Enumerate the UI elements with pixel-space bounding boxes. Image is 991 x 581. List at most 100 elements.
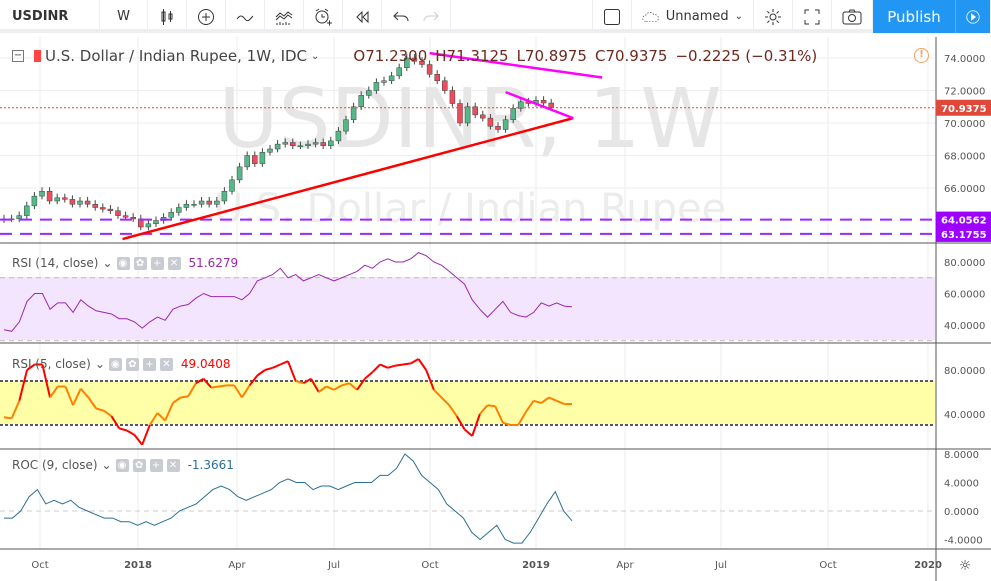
rsi5-segment xyxy=(463,428,473,437)
candle-body xyxy=(46,191,53,202)
play-icon[interactable] xyxy=(955,0,991,33)
rsi5-segment xyxy=(264,366,273,371)
candle-body xyxy=(69,199,76,205)
rsi5-segment xyxy=(364,371,374,380)
collapse-icon[interactable]: − xyxy=(12,50,24,62)
replay-icon[interactable] xyxy=(343,0,382,33)
candle-body xyxy=(259,152,266,164)
chevron-down-icon[interactable]: ⌄ xyxy=(311,51,319,62)
alert-icon[interactable] xyxy=(304,0,343,33)
candle-body xyxy=(176,207,182,213)
eye-icon[interactable]: ◉ xyxy=(115,458,129,472)
time-tick: Oct xyxy=(421,560,438,571)
candle-body xyxy=(510,108,516,120)
rsi5-segment xyxy=(487,404,496,408)
time-tick: Apr xyxy=(228,560,246,571)
indicators-icon[interactable] xyxy=(226,0,265,33)
rsi5-segment xyxy=(180,395,189,399)
rsi5-segment xyxy=(218,384,227,388)
interval-button[interactable]: W xyxy=(100,0,148,33)
eye-icon[interactable]: ◉ xyxy=(108,357,122,371)
candle-body xyxy=(191,204,197,206)
rsi5-value: 49.0408 xyxy=(180,357,231,371)
candle-body xyxy=(350,106,357,120)
chart-area[interactable]: USDINR, 1W U.S. Dollar / Indian Rupee Oc… xyxy=(0,37,991,581)
add-compare-icon[interactable] xyxy=(187,0,226,33)
rsi5-tick: 40.0000 xyxy=(944,410,985,421)
close-icon[interactable]: ✕ xyxy=(167,256,181,270)
price-tick: 72.0000 xyxy=(944,87,985,98)
open-value: O71.2300 xyxy=(353,47,428,65)
candle-body xyxy=(381,80,387,83)
symbol-title[interactable]: U.S. Dollar / Indian Rupee, 1W, IDC xyxy=(45,47,307,65)
settings-icon[interactable]: ✿ xyxy=(132,458,146,472)
plus-icon[interactable]: + xyxy=(142,357,156,371)
templates-icon[interactable] xyxy=(265,0,304,33)
candle-body xyxy=(442,80,448,91)
plus-icon[interactable]: + xyxy=(149,458,163,472)
settings-icon[interactable]: ✿ xyxy=(133,256,147,270)
roc-value: -1.3661 xyxy=(187,458,234,472)
warning-icon[interactable]: ! xyxy=(914,48,929,63)
top-toolbar: USDINR W Unnamed ⌄ Publish xyxy=(0,0,991,33)
candle-body xyxy=(236,166,243,181)
rsi14-tick: 60.0000 xyxy=(944,290,985,301)
candles-icon[interactable] xyxy=(148,0,187,33)
candle-body xyxy=(92,204,98,208)
settings-icon[interactable]: ✿ xyxy=(125,357,139,371)
undo-icon[interactable] xyxy=(382,0,412,33)
main-legend: − U.S. Dollar / Indian Rupee, 1W, IDC ⌄ O… xyxy=(12,47,817,65)
time-tick: Jul xyxy=(714,560,727,571)
rsi5-segment xyxy=(410,358,419,365)
rsi5-segment xyxy=(272,363,281,369)
candle-body xyxy=(335,130,342,142)
flag-icon[interactable] xyxy=(34,50,41,62)
candle-body xyxy=(24,205,30,216)
close-icon[interactable]: ✕ xyxy=(159,357,173,371)
rsi5-label[interactable]: RSI (5, close) xyxy=(12,357,91,371)
candle-body xyxy=(320,142,326,146)
symbol-search[interactable]: USDINR xyxy=(0,0,100,33)
rsi5-segment xyxy=(417,358,427,371)
chevron-down-icon[interactable]: ⌄ xyxy=(95,357,105,371)
layout-name-dropdown[interactable]: Unnamed ⌄ xyxy=(632,0,754,33)
rsi14-legend: RSI (14, close) ⌄ ◉ ✿ + ✕ 51.6279 xyxy=(12,256,238,270)
candle-body xyxy=(84,200,91,205)
candle-body xyxy=(396,67,402,77)
settings-icon: ☼ xyxy=(959,558,972,574)
rsi5-tick: 80.0000 xyxy=(944,366,985,377)
chevron-down-icon[interactable]: ⌄ xyxy=(102,256,112,270)
plus-icon[interactable]: + xyxy=(150,256,164,270)
price-tick: 66.0000 xyxy=(944,184,985,195)
roc-label[interactable]: ROC (9, close) xyxy=(12,458,98,472)
candle-body xyxy=(457,103,463,124)
chevron-down-icon[interactable]: ⌄ xyxy=(102,458,112,472)
camera-icon[interactable] xyxy=(832,0,873,33)
high-value: H71.3125 xyxy=(435,47,509,65)
rsi5-segment xyxy=(371,363,381,373)
eye-icon[interactable]: ◉ xyxy=(116,256,130,270)
candle-body xyxy=(373,82,380,91)
candle-body xyxy=(388,75,395,81)
last-price-label: 70.9375 xyxy=(941,104,987,115)
candle-body xyxy=(115,210,121,216)
candle-body xyxy=(358,95,364,107)
rsi14-tick: 80.0000 xyxy=(944,258,985,269)
redo-icon[interactable] xyxy=(412,0,451,33)
time-tick: Jul xyxy=(327,560,340,571)
candle-body xyxy=(183,204,190,208)
candle-body xyxy=(107,208,114,211)
settings-icon[interactable] xyxy=(754,0,793,33)
candle-body xyxy=(198,200,205,205)
rsi5-segment xyxy=(402,362,411,366)
fullscreen-icon[interactable] xyxy=(793,0,832,33)
rsi5-segment xyxy=(279,360,289,366)
close-icon[interactable]: ✕ xyxy=(166,458,180,472)
candle-body xyxy=(122,215,129,218)
publish-button[interactable]: Publish xyxy=(873,0,955,33)
layout-square-icon[interactable] xyxy=(592,0,632,33)
rsi5-band xyxy=(0,381,935,424)
price-tick: 68.0000 xyxy=(944,152,985,163)
rsi14-label[interactable]: RSI (14, close) xyxy=(12,256,98,270)
cloud-icon xyxy=(642,11,659,22)
